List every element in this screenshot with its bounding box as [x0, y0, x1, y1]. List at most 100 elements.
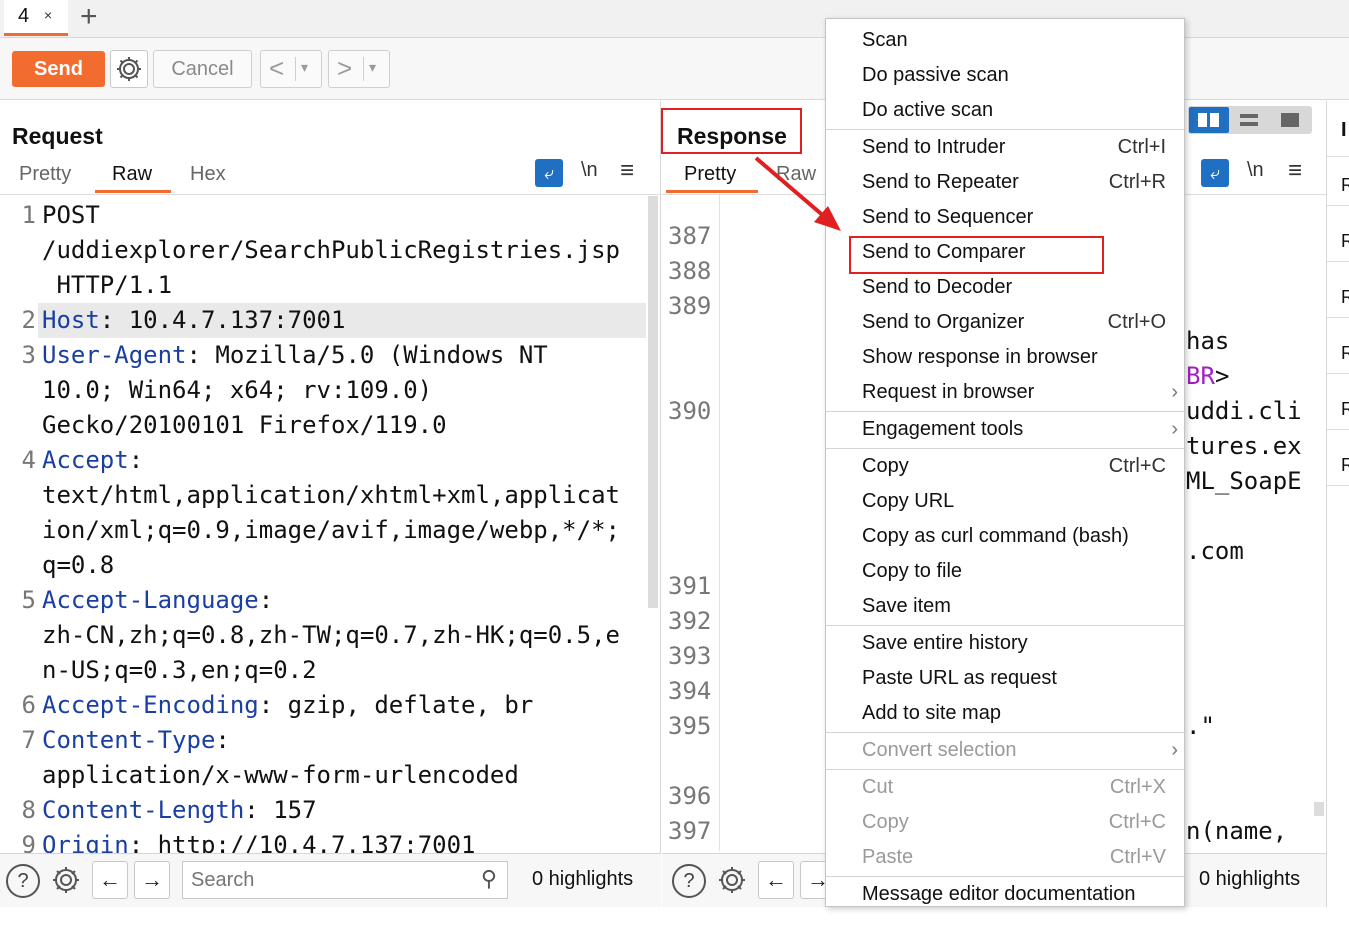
line-number: 6 [21, 691, 36, 719]
menu-item-copy-url[interactable]: Copy URL [826, 484, 1184, 519]
code-text: application/x-www-form-urlencoded [42, 761, 519, 789]
menu-item-send-to-repeater[interactable]: Send to Repeater Ctrl+R [826, 165, 1184, 200]
code-fragment: has [1186, 327, 1230, 355]
menu-item-do-passive-scan[interactable]: Do passive scan [826, 58, 1184, 93]
wrap-lines-icon[interactable]: ⤶ [1201, 159, 1229, 187]
menu-item-scan[interactable]: Scan [826, 23, 1184, 58]
previous-match-button[interactable]: ← [92, 861, 128, 899]
menu-item-copy-as-curl-command-bash[interactable]: Copy as curl command (bash) [826, 519, 1184, 554]
menu-item-show-response-in-browser[interactable]: Show response in browser [826, 340, 1184, 375]
tab-close-icon[interactable]: × [44, 7, 52, 23]
context-menu: Scan Do passive scan Do active scan Send to… [825, 18, 1185, 907]
menu-item-send-to-sequencer[interactable]: Send to Sequencer [826, 200, 1184, 235]
request-editor[interactable]: 1 POST/uddiexplorer/SearchPublicRegistrie… [0, 196, 650, 951]
code-text: : gzip, deflate, br [258, 691, 534, 719]
tab-pretty[interactable]: Pretty [19, 163, 71, 186]
code-text: : 157 [244, 796, 317, 824]
line-number: 8 [21, 796, 36, 824]
next-match-button[interactable]: → [134, 861, 170, 899]
chevron-right-icon: › [1171, 418, 1178, 440]
tab-label: 4 [18, 5, 30, 27]
send-button[interactable]: Send [12, 51, 105, 87]
code-line: 10.0; Win64; x64; rv:109.0) [0, 373, 432, 408]
tab-hex[interactable]: Hex [190, 163, 226, 186]
tab-raw[interactable]: Raw [112, 163, 152, 186]
menu-item-label: Do active scan [862, 99, 994, 121]
scrollbar[interactable] [1314, 802, 1324, 816]
line-number: 389 [668, 292, 712, 320]
forward-button[interactable]: > ▾ [328, 50, 390, 88]
menu-item-engagement-tools[interactable]: Engagement tools › [826, 412, 1184, 447]
search-input[interactable] [183, 862, 463, 898]
divider [1327, 373, 1349, 374]
cancel-button[interactable]: Cancel [153, 50, 252, 88]
menu-item-paste-url-as-request[interactable]: Paste URL as request [826, 661, 1184, 696]
back-dropdown-icon[interactable]: ▾ [301, 59, 308, 76]
menu-item-request-in-browser[interactable]: Request in browser › [826, 375, 1184, 410]
settings-button[interactable] [110, 50, 148, 88]
inspector-row[interactable]: R [1341, 231, 1349, 252]
inspector-row[interactable]: R [1341, 455, 1349, 476]
code-line: 6 Accept-Encoding: gzip, deflate, br [0, 688, 534, 723]
divider [1327, 156, 1349, 157]
menu-item-label: Save item [862, 595, 951, 617]
layout-toggle [1188, 106, 1312, 134]
inspector-panel: I R R R R R R [1326, 101, 1349, 907]
stacked-layout-icon[interactable] [1240, 114, 1258, 126]
tab-raw[interactable]: Raw [776, 163, 816, 186]
menu-item-cut: Cut Ctrl+X [826, 770, 1184, 805]
scrollbar[interactable] [648, 196, 658, 608]
line-number: 393 [668, 642, 712, 670]
newline-icon[interactable]: \n [581, 159, 598, 182]
search-field[interactable]: ⚲ [182, 861, 508, 899]
code-line: HTTP/1.1 [0, 268, 172, 303]
menu-item-label: Cut [862, 776, 894, 798]
code-line: n-US;q=0.3,en;q=0.2 [0, 653, 317, 688]
forward-dropdown-icon[interactable]: ▾ [369, 59, 376, 76]
menu-item-send-to-decoder[interactable]: Send to Decoder [826, 270, 1184, 305]
new-tab-icon[interactable]: + [80, 0, 98, 34]
code-line: zh-CN,zh;q=0.8,zh-TW;q=0.7,zh-HK;q=0.5,e [0, 618, 620, 653]
menu-item-add-to-site-map[interactable]: Add to site map [826, 696, 1184, 731]
menu-item-save-entire-history[interactable]: Save entire history [826, 626, 1184, 661]
tab-pretty[interactable]: Pretty [684, 163, 736, 186]
menu-item-do-active-scan[interactable]: Do active scan [826, 93, 1184, 128]
wrap-lines-icon[interactable]: ⤶ [535, 159, 563, 187]
menu-item-convert-selection: Convert selection › [826, 733, 1184, 768]
code-line: 7 Content-Type: [0, 723, 230, 758]
previous-match-button[interactable]: ← [758, 861, 794, 899]
tab-4[interactable]: 4 × [4, 0, 68, 36]
code-fragment: ." [1186, 712, 1215, 740]
code-line: 5 Accept-Language: [0, 583, 274, 618]
request-footer: ? ← → ⚲ 0 highlights [0, 853, 661, 907]
inspector-row[interactable]: R [1341, 343, 1349, 364]
menu-item-copy-to-file[interactable]: Copy to file [826, 554, 1184, 589]
menu-icon[interactable]: ≡ [620, 157, 634, 185]
code-text: zh-CN,zh;q=0.8,zh-TW;q=0.7,zh-HK;q=0.5,e [42, 621, 620, 649]
code-text: POST [42, 201, 100, 229]
inspector-row[interactable]: R [1341, 175, 1349, 196]
menu-icon[interactable]: ≡ [1288, 157, 1302, 185]
inspector-row[interactable]: R [1341, 399, 1349, 420]
menu-item-label: Scan [862, 29, 908, 51]
divider [1327, 261, 1349, 262]
code-text: /uddiexplorer/SearchPublicRegistries.jsp [42, 236, 620, 264]
side-by-side-icon[interactable] [1189, 107, 1229, 133]
back-button[interactable]: < ▾ [260, 50, 322, 88]
help-icon[interactable]: ? [672, 864, 706, 898]
menu-item-send-to-organizer[interactable]: Send to Organizer Ctrl+O [826, 305, 1184, 340]
single-pane-icon[interactable] [1281, 113, 1299, 127]
menu-item-label: Send to Repeater [862, 171, 1019, 193]
newline-icon[interactable]: \n [1247, 159, 1264, 182]
menu-item-shortcut: Ctrl+R [1108, 171, 1166, 193]
inspector-title: I [1341, 119, 1347, 141]
divider [1327, 485, 1349, 486]
inspector-row[interactable]: R [1341, 287, 1349, 308]
help-icon[interactable]: ? [6, 864, 40, 898]
gear-icon[interactable] [714, 862, 750, 903]
gear-icon[interactable] [48, 862, 84, 903]
menu-item-copy[interactable]: Copy Ctrl+C [826, 449, 1184, 484]
menu-item-save-item[interactable]: Save item [826, 589, 1184, 624]
menu-item-label: Do passive scan [862, 64, 1009, 86]
menu-item-send-to-intruder[interactable]: Send to Intruder Ctrl+I [826, 130, 1184, 165]
